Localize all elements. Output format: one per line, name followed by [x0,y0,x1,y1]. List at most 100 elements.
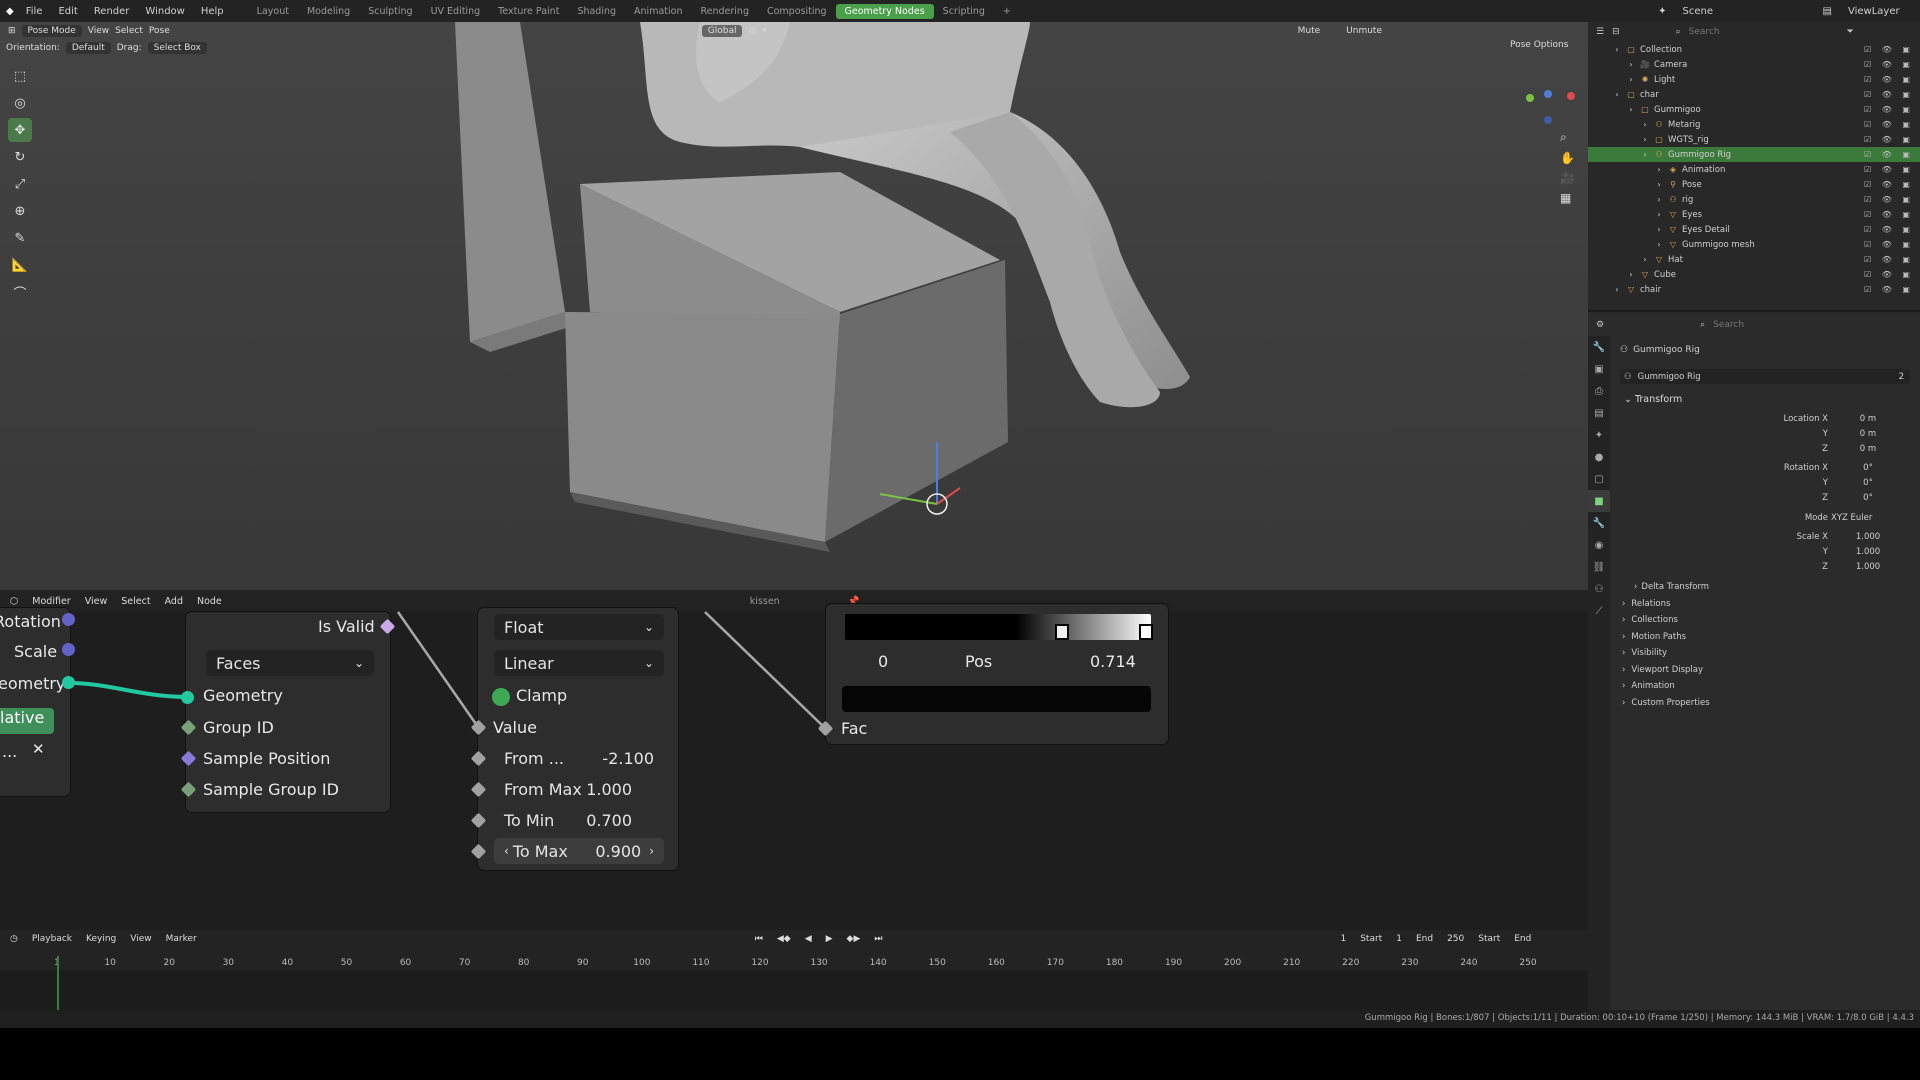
disclosure-triangle-icon[interactable]: › [1654,210,1664,220]
tab-layout[interactable]: Layout [248,4,298,19]
increment-arrow-icon[interactable]: › [649,844,654,858]
menu-help[interactable]: Help [193,6,232,17]
grid-icon[interactable]: ▦ [1560,191,1575,205]
disclosure-triangle-icon[interactable]: › [1626,105,1636,115]
viewport-menu-view[interactable]: View [88,26,109,36]
outliner-row[interactable]: › ▢ char ☑ 👁 ▣ [1588,87,1920,102]
scene-tab-icon[interactable]: ✦ [1588,424,1610,446]
node-editor[interactable]: ⬡ Modifier View Select Add Node kissen 📌… [0,590,1588,930]
unmute-button[interactable]: Unmute [1346,26,1382,36]
jump-key-back-icon[interactable]: ◀◆ [777,934,791,944]
outliner-row[interactable]: › ▢ Gummigoo ☑ 👁 ▣ [1588,102,1920,117]
tab-shading[interactable]: Shading [568,4,625,19]
visibility-toggle-icon[interactable]: ☑ 👁 ▣ [1864,270,1914,279]
data-tab-icon[interactable]: ⚇ [1588,578,1610,600]
outliner-row[interactable]: › ▽ Gummigoo mesh ☑ 👁 ▣ [1588,237,1920,252]
to-min-field[interactable]: To Min 0.700 [494,807,664,833]
outliner-row[interactable]: › ▽ Eyes Detail ☑ 👁 ▣ [1588,222,1920,237]
properties-panel-header[interactable]: › Relations [1622,596,1670,611]
properties-panel-header[interactable]: › Animation [1622,679,1675,694]
visibility-toggle-icon[interactable]: ☑ 👁 ▣ [1864,225,1914,234]
visibility-toggle-icon[interactable]: ☑ 👁 ▣ [1864,210,1914,219]
mode-selector[interactable]: Pose Mode [21,25,82,37]
play-reverse-icon[interactable]: ◀ [805,934,812,944]
disclosure-triangle-icon[interactable]: › [1626,75,1636,85]
outliner-row[interactable]: › ⚇ Metarig ☑ 👁 ▣ [1588,117,1920,132]
timeline[interactable]: ◷ Playback Keying View Marker ⏮ ◀◆ ◀ ▶ ◆… [0,930,1588,1010]
visibility-toggle-icon[interactable]: ☑ 👁 ▣ [1864,180,1914,189]
rotate-tool-icon[interactable]: ↻ [8,145,32,169]
tool-tab-icon[interactable]: 🔧 [1588,336,1610,358]
location-z-field[interactable]: 0 m [1828,441,1908,456]
outliner-row[interactable]: › ▽ Cube ☑ 👁 ▣ [1588,267,1920,282]
outliner-row[interactable]: › ⚲ Pose ☑ 👁 ▣ [1588,177,1920,192]
marker-menu[interactable]: Marker [166,934,197,944]
tab-geometry-nodes[interactable]: Geometry Nodes [835,3,934,19]
filter-icon[interactable]: ⏷ [1847,27,1854,37]
rotation-x-field[interactable]: 0° [1828,460,1908,475]
ramp-stop-black[interactable] [1055,624,1069,640]
properties-panel-header[interactable]: › Custom Properties [1622,695,1710,710]
annotate-tool-icon[interactable]: ✎ [8,226,32,250]
measure-tool-icon[interactable]: 📐 [8,253,32,277]
close-icon[interactable]: ✕ [32,740,45,758]
user-count[interactable]: 2 [1899,372,1904,382]
constraints-tab-icon[interactable]: ⛓ [1588,556,1610,578]
tab-uv-editing[interactable]: UV Editing [422,4,490,19]
to-max-field[interactable]: ‹ To Max 0.900 › [494,838,664,864]
visibility-toggle-icon[interactable]: ☑ 👁 ▣ [1864,150,1914,159]
start-field[interactable]: 1 [1396,934,1402,944]
editor-type-icon[interactable]: ⊞ [8,26,16,36]
geometry-output-socket[interactable] [62,676,75,689]
transform-panel-header[interactable]: ⌄ Transform [1624,394,1682,405]
pan-icon[interactable]: ✋ [1560,151,1575,165]
drag-dropdown[interactable]: Select Box [147,42,207,54]
scale-y-field[interactable]: 1.000 [1828,544,1908,559]
collection-tab-icon[interactable]: ▢ [1588,468,1610,490]
physics-tab-icon[interactable]: ◉ [1588,534,1610,556]
menu-edit[interactable]: Edit [50,6,85,17]
stop-color-swatch[interactable] [842,686,1151,712]
scale-tool-icon[interactable]: ⤢ [8,172,32,196]
disclosure-triangle-icon[interactable]: › [1654,225,1664,235]
location-x-field[interactable]: 0 m [1828,411,1908,426]
end-field[interactable]: 250 [1447,934,1464,944]
outliner[interactable]: ☰ ⊟ ⌕ Search ⏷ › ▢ Collection ☑ 👁 ▣ › 🎥 Camera… [1588,22,1920,312]
mute-button[interactable]: Mute [1298,26,1321,36]
disclosure-triangle-icon[interactable]: › [1640,150,1650,160]
playback-menu[interactable]: Playback [32,934,72,944]
timeline-track[interactable] [0,970,1588,1010]
outliner-row[interactable]: › ◈ Animation ☑ 👁 ▣ [1588,162,1920,177]
properties-search-input[interactable]: Search [1713,320,1744,330]
snap-icon[interactable]: ⌖ [762,26,767,36]
tab-rendering[interactable]: Rendering [691,4,758,19]
visibility-toggle-icon[interactable]: ☑ 👁 ▣ [1864,90,1914,99]
disclosure-triangle-icon[interactable]: › [1612,285,1622,295]
rotation-socket[interactable] [62,613,75,626]
object-tab-icon[interactable]: ■ [1588,490,1610,512]
stop-index[interactable]: 0 [878,652,888,671]
disclosure-triangle-icon[interactable]: › [1612,90,1622,100]
visibility-toggle-icon[interactable]: ☑ 👁 ▣ [1864,240,1914,249]
zoom-icon[interactable]: ⌕ [1560,130,1575,145]
disclosure-triangle-icon[interactable]: › [1626,270,1636,280]
visibility-toggle-icon[interactable]: ☑ 👁 ▣ [1864,135,1914,144]
datablock-field[interactable]: ⚇ Gummigoo Rig 2 [1620,369,1910,384]
properties-editor-icon[interactable]: ⚙ [1596,320,1604,330]
location-y-field[interactable]: 0 m [1828,426,1908,441]
tab-compositing[interactable]: Compositing [758,4,836,19]
outliner-row[interactable]: › 🎥 Camera ☑ 👁 ▣ [1588,57,1920,72]
interpolation-dropdown[interactable]: Linear ⌄ [494,650,664,676]
rotation-y-field[interactable]: 0° [1828,475,1908,490]
disclosure-triangle-icon[interactable]: › [1640,255,1650,265]
visibility-toggle-icon[interactable]: ☑ 👁 ▣ [1864,285,1914,294]
pose-options-dropdown[interactable]: Pose Options [1510,40,1568,50]
jump-key-forward-icon[interactable]: ◆▶ [847,934,861,944]
delta-transform-panel[interactable]: › Delta Transform [1634,579,1709,594]
from-min-field[interactable]: From ... -2.100 [494,745,664,771]
outliner-search-input[interactable]: Search [1689,27,1839,37]
properties-panel-header[interactable]: › Collections [1622,613,1678,628]
menu-render[interactable]: Render [86,6,138,17]
disclosure-triangle-icon[interactable]: › [1654,180,1664,190]
outliner-row[interactable]: › ▢ WGTS_rig ☑ 👁 ▣ [1588,132,1920,147]
